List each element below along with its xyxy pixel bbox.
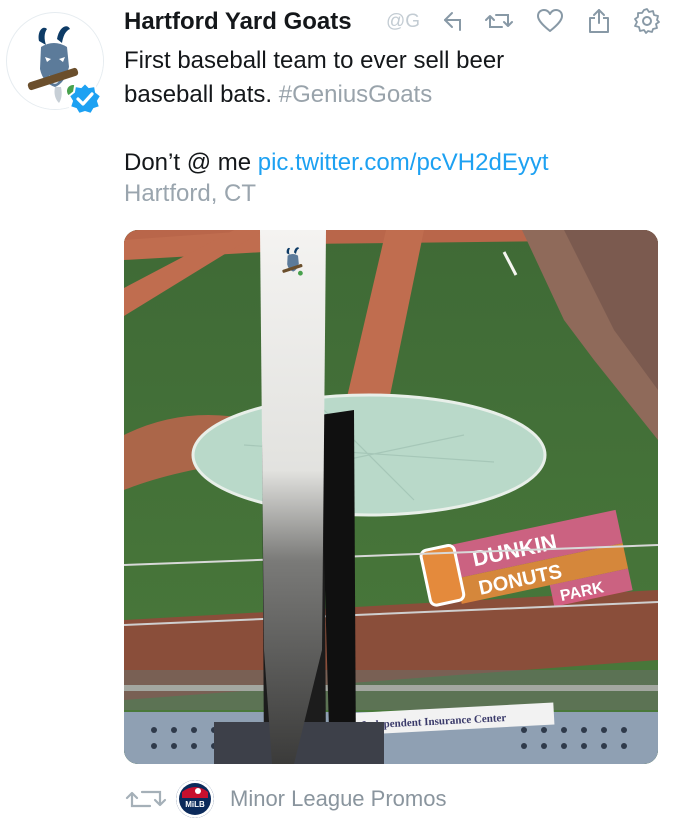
tweet-text-line-2: baseball bats. #GeniusGoats [124,78,664,112]
media-link[interactable]: pic.twitter.com/pcVH2dEyyt [258,149,549,176]
retweeter-avatar[interactable]: MiLB [176,780,214,818]
tweet-text-main-2: Don’t @ me [124,149,258,176]
hashtag-link[interactable]: #GeniusGoats [279,81,432,108]
verified-badge-icon [67,81,103,116]
gear-icon[interactable] [634,8,660,34]
author-name[interactable]: Hartford Yard Goats [124,8,352,36]
share-icon[interactable] [586,8,612,34]
stadium-photo: DUNKIN DONUTS PARK Independent Insurance… [124,230,658,764]
retweet-context-icon [125,790,167,808]
retweeter-name[interactable]: Minor League Promos [230,786,446,812]
heart-icon[interactable] [536,8,564,34]
milb-text: MiLB [185,800,205,809]
tweet-text-line-1: First baseball team to ever sell beer [124,47,505,74]
tweet-text-line-3: Don’t @ me pic.twitter.com/pcVH2dEyyt [124,146,664,180]
author-handle[interactable]: @G [386,11,438,33]
tweet-location[interactable]: Hartford, CT [124,180,256,208]
reply-icon[interactable] [440,8,466,34]
tweet-text-main: baseball bats. [124,81,279,108]
retweet-icon[interactable] [484,8,514,34]
tweet-text: First baseball team to ever sell beer ba… [124,44,664,180]
milb-logo-icon: MiLB [176,780,214,818]
tweet-media-photo[interactable]: DUNKIN DONUTS PARK Independent Insurance… [124,230,658,764]
